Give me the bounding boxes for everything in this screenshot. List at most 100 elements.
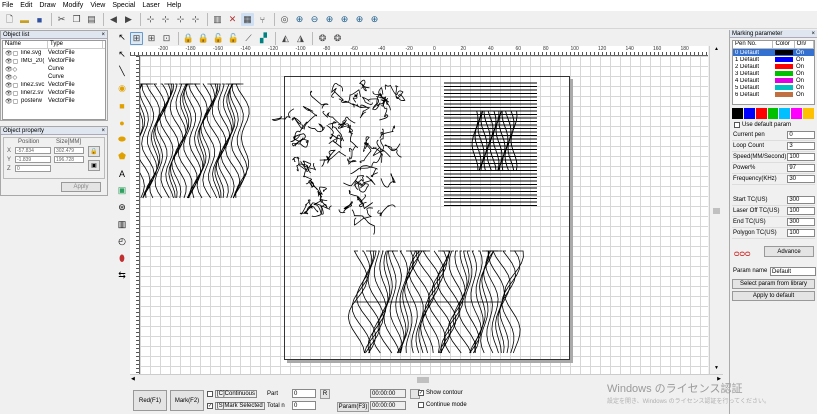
param-input[interactable]: 97 — [787, 164, 815, 172]
zoom-out-icon[interactable]: ⊖ — [308, 13, 321, 26]
unlock-all-icon[interactable]: 🔓 — [227, 32, 240, 45]
lock-icon[interactable]: 🔒 — [197, 32, 210, 45]
color-swatch[interactable] — [779, 108, 791, 119]
zoom-all-icon[interactable]: ⊕ — [338, 13, 351, 26]
grid-icon[interactable]: ▦ — [241, 13, 254, 26]
scroll-left-icon[interactable]: ◀ — [131, 376, 135, 382]
color-swatch[interactable] — [803, 108, 815, 119]
table-row[interactable]: 👁▢ liner2.sv VectorFile — [3, 89, 105, 97]
pen-on[interactable]: On — [796, 50, 804, 56]
zoom-fit-icon[interactable]: ⊕ — [323, 13, 336, 26]
table-row[interactable]: 👁▢ IMG_20(VectorFile — [3, 57, 105, 65]
show-contour-check[interactable]: ✓ Show contour — [418, 390, 463, 396]
eye-lock-icon[interactable]: 👁▢ — [3, 82, 21, 89]
curve-icon[interactable]: ◉ — [117, 83, 128, 94]
menu-view[interactable]: View — [90, 2, 105, 9]
apply-default-button[interactable]: Apply to default — [732, 291, 815, 301]
pen-row[interactable]: 0 Default On — [733, 49, 814, 56]
pen-color[interactable] — [775, 57, 793, 62]
pen-on[interactable]: On — [796, 64, 804, 70]
mirror-horizontal-icon[interactable]: ◭ — [279, 32, 292, 45]
new-icon[interactable]: 🗋 — [3, 13, 16, 26]
menu-file[interactable]: File — [2, 2, 13, 9]
checkbox[interactable]: ✓ — [207, 403, 213, 409]
scroll-up-icon[interactable]: ▲ — [710, 46, 723, 55]
wave-pattern[interactable] — [140, 83, 250, 199]
red-button[interactable]: Red(F1) — [133, 390, 167, 411]
organic-pattern[interactable] — [271, 79, 406, 235]
node-mode-icon[interactable]: ⊞ — [145, 32, 158, 45]
apply-button[interactable]: Apply — [61, 182, 101, 192]
col-color[interactable]: Color — [773, 41, 795, 48]
color-swatch[interactable] — [743, 108, 755, 119]
node-pointer-icon[interactable]: ↖ — [117, 49, 128, 60]
select-param-button[interactable]: Select param from library — [732, 279, 815, 289]
pointer-icon[interactable]: ↖ — [117, 32, 128, 43]
striped-figure[interactable] — [444, 82, 537, 206]
param-button[interactable]: Param(F3) — [337, 402, 369, 412]
code-icon[interactable]: ⑂ — [256, 13, 269, 26]
scroll-thumb[interactable] — [417, 377, 429, 383]
mark-button[interactable]: Mark(F2) — [170, 390, 204, 411]
encoder-icon[interactable]: ⊛ — [117, 202, 128, 213]
param-input[interactable]: 300 — [787, 196, 815, 204]
node-edit-icon[interactable]: ⊹ — [144, 13, 157, 26]
table-row[interactable]: 👁▢ posterw VectorFile — [3, 97, 105, 105]
eye-curve-icon[interactable]: 👁◇ — [3, 66, 21, 73]
total-input[interactable]: 0 — [292, 401, 316, 410]
vertical-scrollbar[interactable]: ▲ ▼ — [709, 46, 723, 374]
pan-icon[interactable]: ◎ — [278, 13, 291, 26]
pen-row[interactable]: 5 Default On — [733, 84, 814, 91]
color-swatch[interactable] — [791, 108, 803, 119]
paste-icon[interactable]: ▤ — [85, 13, 98, 26]
group-icon[interactable]: ❂ — [316, 32, 329, 45]
col-pen-no[interactable]: Pen No. — [733, 41, 774, 48]
circle-icon[interactable]: ● — [117, 117, 128, 128]
pen-on[interactable]: On — [796, 78, 804, 84]
table-row[interactable]: 👁◇ Curve — [3, 65, 105, 73]
y-input[interactable]: -1.839 — [15, 156, 51, 163]
use-default-check[interactable]: Use default param — [734, 122, 817, 128]
table-row[interactable]: 👁▢ line2.svc VectorFile — [3, 81, 105, 89]
pen-row[interactable]: 6 Default On — [733, 91, 814, 98]
param-input[interactable]: 100 — [787, 207, 815, 215]
col-type[interactable]: Type — [48, 41, 103, 48]
lock-icon[interactable]: 🔒 — [182, 32, 195, 45]
eye-lock-icon[interactable]: 👁▢ — [3, 90, 21, 97]
table-row[interactable]: 👁▢ line.svg VectorFile — [3, 49, 105, 57]
param-name-input[interactable]: Default — [770, 267, 816, 276]
pen-on[interactable]: On — [796, 71, 804, 77]
node-delete-icon[interactable]: ⊹ — [189, 13, 202, 26]
continuous-check[interactable]: [C]Continuous — [207, 390, 258, 398]
close-icon[interactable]: × — [101, 128, 105, 134]
pen-color[interactable] — [775, 85, 793, 90]
menu-edit[interactable]: Edit — [20, 2, 32, 9]
eye-lock-icon[interactable]: 👁▢ — [3, 58, 21, 65]
pen-color[interactable] — [775, 71, 793, 76]
col-on[interactable]: On/ — [795, 41, 814, 48]
eye-lock-icon[interactable]: 👁▢ — [3, 50, 21, 57]
pen-row[interactable]: 3 Default On — [733, 70, 814, 77]
timer-icon[interactable]: ◴ — [117, 236, 128, 247]
menu-draw[interactable]: Draw — [39, 2, 55, 9]
menu-help[interactable]: Help — [167, 2, 181, 9]
image-icon[interactable]: ▣ — [117, 185, 128, 196]
param-input[interactable]: 100 — [787, 229, 815, 237]
checkbox[interactable]: ✓ — [418, 390, 424, 396]
pen-row[interactable]: 1 Default On — [733, 56, 814, 63]
ellipse-icon[interactable]: ⬬ — [117, 134, 128, 145]
part-input[interactable]: 0 — [292, 389, 316, 398]
pen-row[interactable]: 4 Default On — [733, 77, 814, 84]
scroll-thumb[interactable] — [713, 208, 720, 214]
anchor-button[interactable]: ▣ — [88, 160, 100, 171]
param-input[interactable]: 300 — [787, 218, 815, 226]
select-mode-icon[interactable]: ⊞ — [130, 31, 143, 45]
z-input[interactable]: 0 — [15, 165, 51, 172]
lock-ratio-button[interactable]: 🔒 — [88, 146, 100, 157]
menu-special[interactable]: Special — [112, 2, 135, 9]
menu-modify[interactable]: Modify — [63, 2, 84, 9]
table-row[interactable]: 👁◇ Curve — [3, 73, 105, 81]
pen-on[interactable]: On — [796, 85, 804, 91]
open-folder-icon[interactable]: ▬ — [18, 13, 31, 26]
save-icon[interactable]: ■ — [33, 13, 46, 26]
